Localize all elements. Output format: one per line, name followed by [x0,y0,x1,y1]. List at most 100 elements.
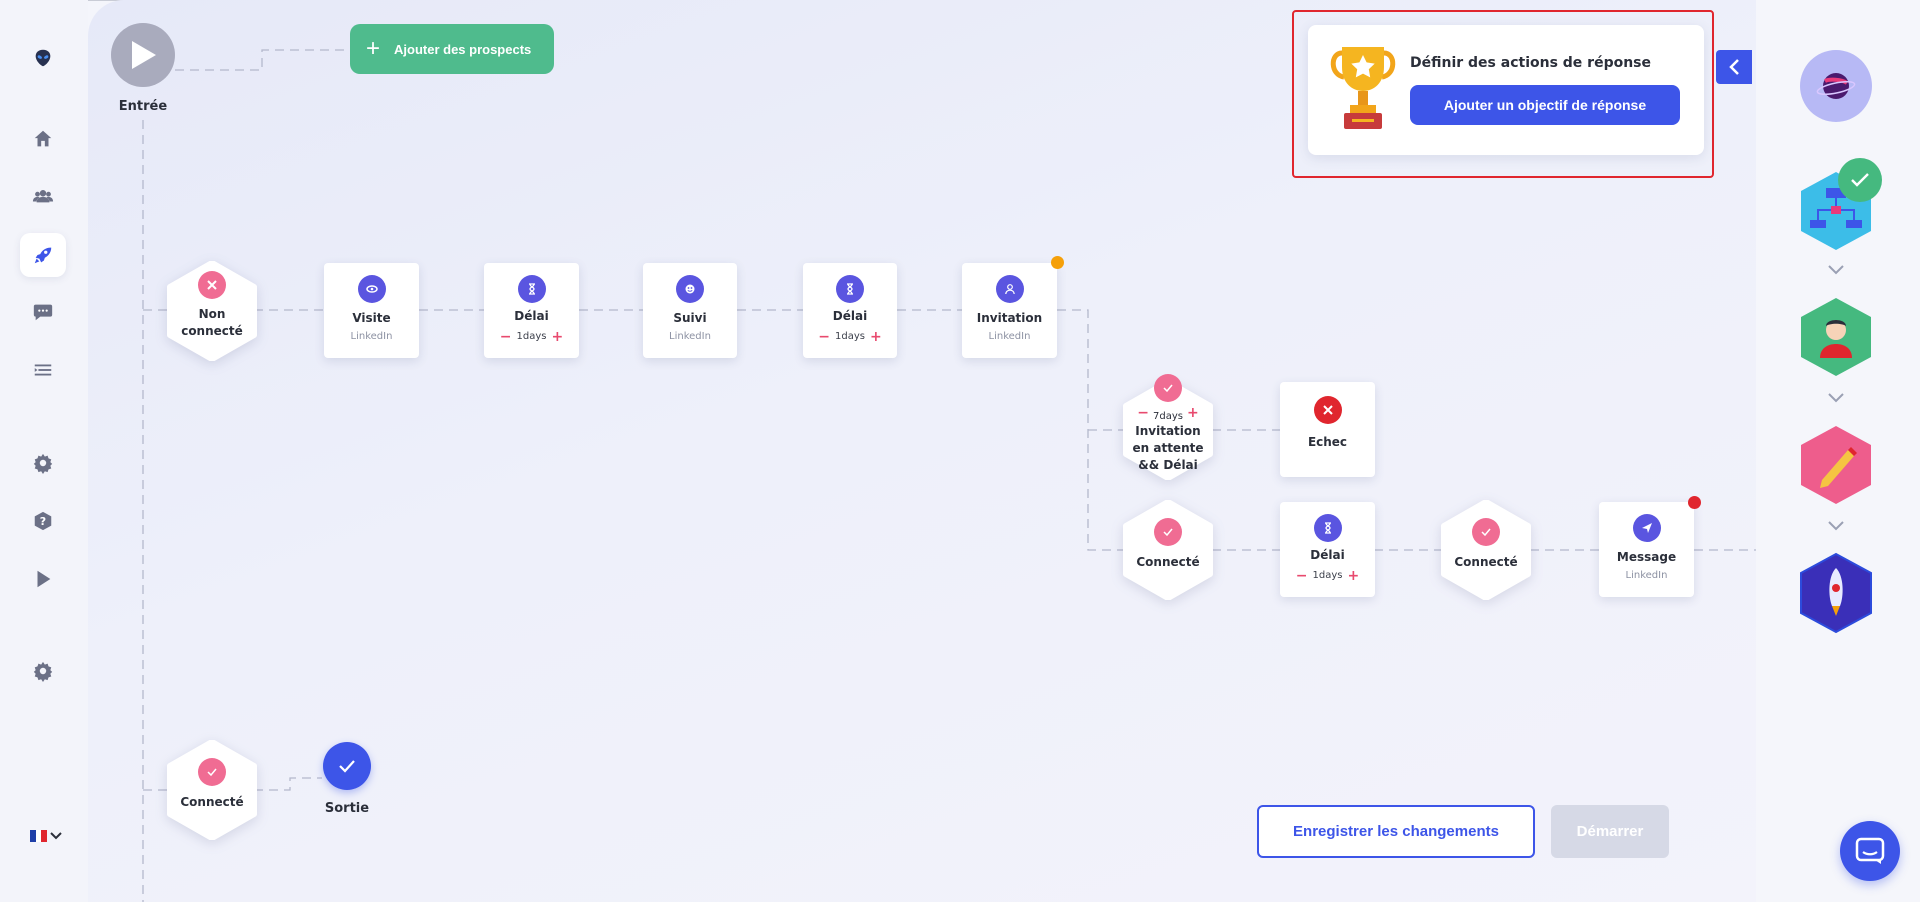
step-follow[interactable]: Suivi LinkedIn [643,263,737,358]
check-icon [1154,518,1182,546]
step-title: Echec [1307,435,1348,449]
condition-label: Connecté [180,795,244,809]
step-title: Visite [352,311,391,325]
add-prospects-button[interactable]: + Ajouter des prospects [350,24,554,74]
check-icon [1154,374,1182,402]
step-invitation[interactable]: Invitation LinkedIn [962,263,1057,358]
rail-step-launch[interactable] [1798,552,1874,634]
trophy-icon [1330,47,1396,129]
step-title: Invitation [976,311,1043,325]
planet-icon [1816,73,1856,99]
check-icon [339,760,355,773]
step-title: Délai [514,309,549,323]
delay-stepper[interactable]: − 1days + [1280,569,1375,583]
hourglass-icon [836,275,864,303]
alien-logo-icon[interactable] [20,36,66,80]
delay-stepper[interactable]: − 1days + [484,330,579,344]
user-icon [995,275,1024,303]
rail-step-edit[interactable] [1798,424,1874,506]
step-subtitle: LinkedIn [1625,570,1668,581]
rail-step-profile[interactable] [1798,296,1874,378]
chevron-down-icon [1828,265,1844,275]
minus-icon[interactable]: − [818,330,830,344]
completed-badge [1838,158,1882,202]
condition-connected-2[interactable]: Connecté [1440,500,1532,600]
collapse-panel-button[interactable] [1716,50,1752,84]
delay-value: 1days [1312,570,1343,581]
chevron-down-icon [1828,521,1844,531]
users-icon[interactable] [20,174,66,218]
hourglass-icon [517,275,546,303]
support-chat-button[interactable] [1840,821,1900,881]
condition-label: Invitation en attente && Délai [1132,424,1204,472]
plus-icon[interactable]: + [870,330,882,344]
step-delay-1[interactable]: Délai − 1days + [484,263,579,358]
condition-not-connected[interactable]: Non connecté [166,261,258,361]
entry-label: Entrée [118,99,168,114]
step-message[interactable]: Message LinkedIn [1599,502,1694,597]
pencil-icon [1801,426,1871,504]
check-icon [1472,518,1500,546]
entry-play-button[interactable] [111,23,175,87]
check-icon [198,758,226,786]
add-goal-button[interactable]: Ajouter un objectif de réponse [1410,85,1680,125]
step-delay-3[interactable]: Délai − 1days + [1280,502,1375,597]
save-changes-button[interactable]: Enregistrer les changements [1257,805,1535,858]
error-indicator [1688,496,1701,509]
condition-label: Connecté [1136,555,1200,569]
step-title: Suivi [673,311,707,325]
play-icon [132,41,156,69]
chat-icon [1855,837,1885,864]
plus-icon[interactable]: + [1347,569,1359,583]
chevron-down-icon [50,832,62,840]
delay-value: 1days [516,331,547,342]
condition-label: Connecté [1454,555,1518,569]
chat-icon[interactable] [20,290,66,334]
add-prospects-label: Ajouter des prospects [394,41,532,57]
plus-icon[interactable]: + [551,330,563,344]
left-sidebar: ? [0,0,88,902]
gear-icon[interactable] [20,441,66,485]
home-icon[interactable] [20,117,66,161]
check-icon [1851,173,1869,187]
eye-icon [357,275,386,303]
person-icon [1801,298,1871,376]
step-failure[interactable]: Echec [1280,382,1375,477]
condition-invitation-pending[interactable]: − 7days + Invitation en attente && Délai [1122,374,1214,480]
step-subtitle: LinkedIn [350,331,393,342]
minus-icon[interactable]: − [500,330,512,344]
settings-icon[interactable] [20,649,66,693]
condition-connected-3[interactable]: Connecté [166,740,258,840]
delay-stepper[interactable]: − 1days + [803,330,897,344]
goal-title: Définir des actions de réponse [1410,55,1652,71]
rocket-icon[interactable] [20,233,66,277]
plus-icon: + [366,35,381,62]
hourglass-icon [1313,514,1342,542]
step-delay-2[interactable]: Délai − 1days + [803,263,897,358]
close-icon [1313,396,1342,424]
step-title: Message [1616,550,1677,564]
send-icon [1632,514,1661,542]
step-visit[interactable]: Visite LinkedIn [324,263,419,358]
condition-connected-1[interactable]: Connecté [1122,500,1214,600]
french-flag-icon [30,830,48,842]
close-icon [198,271,226,299]
rocket-icon [1800,552,1872,634]
help-icon[interactable]: ? [20,499,66,543]
play-icon[interactable] [20,557,66,601]
condition-label: Non connecté [181,307,243,338]
delay-value: 1days [835,331,865,342]
planet-avatar[interactable] [1800,50,1872,122]
start-button[interactable]: Démarrer [1551,805,1669,858]
minus-icon[interactable]: − [1296,569,1308,583]
svg-text:?: ? [40,515,46,528]
chevron-left-icon [1729,59,1739,75]
warning-indicator [1051,256,1064,269]
chevron-down-icon [1828,393,1844,403]
step-subtitle: LinkedIn [669,331,711,342]
list-icon[interactable] [20,348,66,392]
step-title: Délai [1310,548,1345,562]
exit-label: Sortie [324,801,370,816]
language-selector[interactable] [30,830,62,842]
exit-node[interactable] [323,742,371,790]
